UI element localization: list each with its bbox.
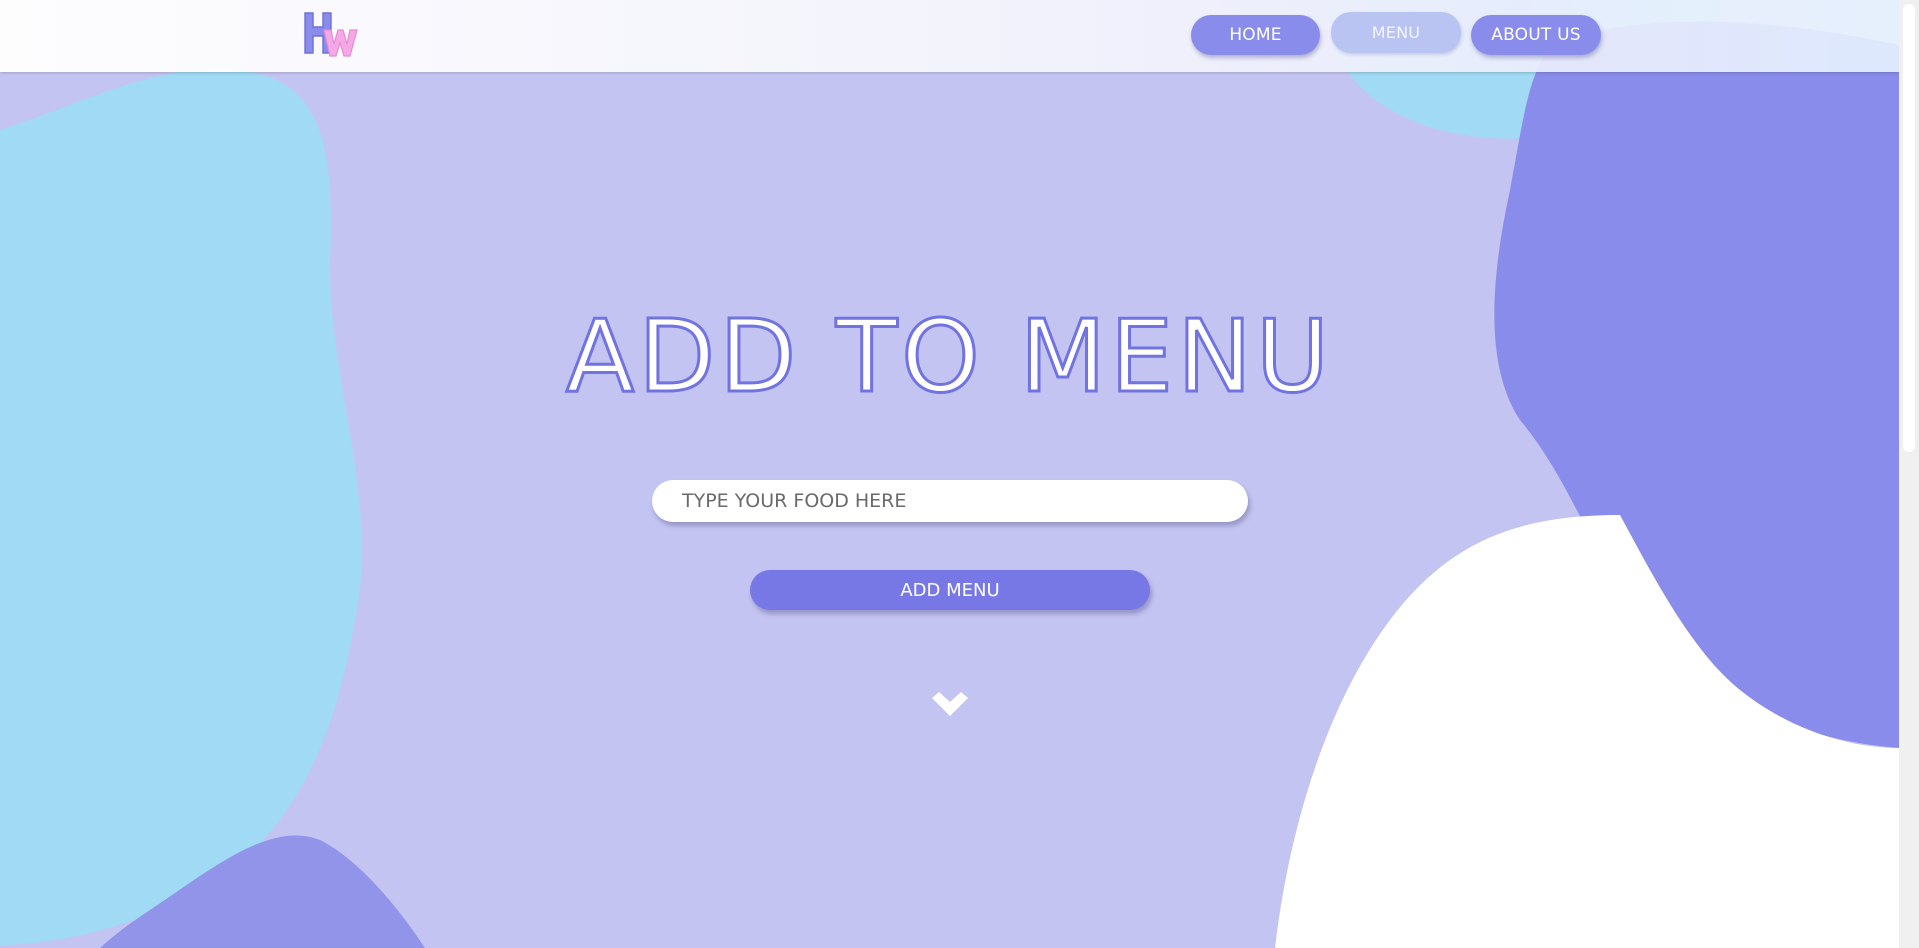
add-menu-button[interactable]: ADD MENU bbox=[750, 570, 1150, 610]
background-blobs bbox=[0, 0, 1899, 948]
page: H HOME MENU ABOUT US ADD TO MENU ADD MEN… bbox=[0, 0, 1919, 948]
food-input[interactable] bbox=[652, 480, 1248, 522]
left-sky-blob bbox=[0, 68, 362, 945]
nav-about-label: ABOUT US bbox=[1491, 25, 1581, 45]
vertical-scrollbar[interactable] bbox=[1899, 0, 1919, 948]
logo[interactable]: H bbox=[302, 10, 360, 58]
page-title: ADD TO MENU bbox=[564, 298, 1334, 415]
nav-home-button[interactable]: HOME bbox=[1191, 15, 1320, 55]
nav-menu-button[interactable]: MENU bbox=[1331, 12, 1461, 53]
top-navigation-bar: H HOME MENU ABOUT US bbox=[0, 0, 1899, 72]
chevron-down-icon[interactable] bbox=[928, 688, 972, 724]
nav-home-label: HOME bbox=[1229, 25, 1282, 45]
nav-about-us-button[interactable]: ABOUT US bbox=[1471, 15, 1601, 55]
add-menu-label: ADD MENU bbox=[900, 579, 1000, 601]
logo-letter-w bbox=[323, 29, 358, 57]
nav-menu-label: MENU bbox=[1371, 23, 1421, 42]
scrollbar-thumb[interactable] bbox=[1903, 4, 1915, 452]
